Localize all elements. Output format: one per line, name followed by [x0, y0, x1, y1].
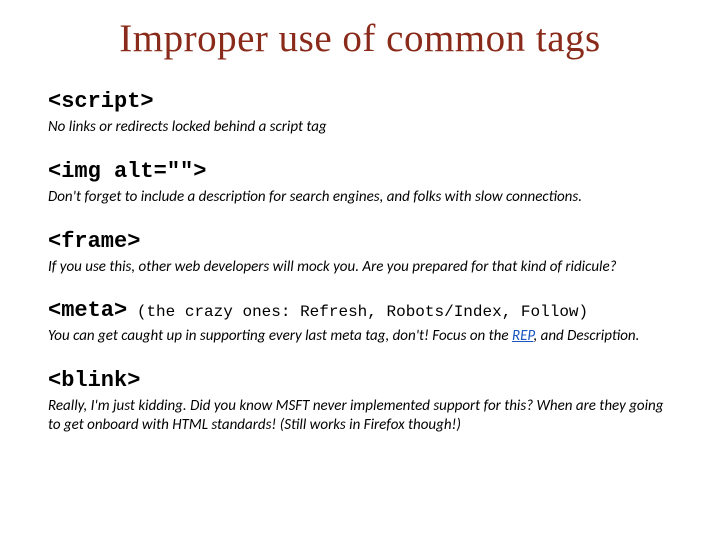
- desc-script: No links or redirects locked behind a sc…: [48, 118, 672, 137]
- desc-img: Don't forget to include a description fo…: [48, 188, 672, 207]
- code-meta: <meta>: [48, 298, 127, 323]
- rep-link[interactable]: REP: [512, 327, 534, 345]
- desc-meta: You can get caught up in supporting ever…: [48, 327, 672, 346]
- code-script: <script>: [48, 89, 154, 114]
- slide: Improper use of common tags <script> No …: [0, 0, 720, 540]
- desc-frame: If you use this, other web developers wi…: [48, 258, 672, 277]
- desc-meta-pre: You can get caught up in supporting ever…: [48, 327, 512, 345]
- slide-title: Improper use of common tags: [48, 16, 672, 61]
- code-frame: <frame>: [48, 229, 140, 254]
- section-script: <script> No links or redirects locked be…: [48, 89, 672, 137]
- section-img: <img alt=""> Don't forget to include a d…: [48, 159, 672, 207]
- code-blink: <blink>: [48, 368, 140, 393]
- desc-meta-post: , and Description.: [533, 327, 639, 345]
- meta-inline-note: (the crazy ones: Refresh, Robots/Index, …: [137, 303, 588, 321]
- desc-blink: Really, I'm just kidding. Did you know M…: [48, 397, 672, 435]
- section-meta: <meta> (the crazy ones: Refresh, Robots/…: [48, 298, 672, 346]
- code-img: <img alt="">: [48, 159, 206, 184]
- section-blink: <blink> Really, I'm just kidding. Did yo…: [48, 368, 672, 435]
- section-frame: <frame> If you use this, other web devel…: [48, 229, 672, 277]
